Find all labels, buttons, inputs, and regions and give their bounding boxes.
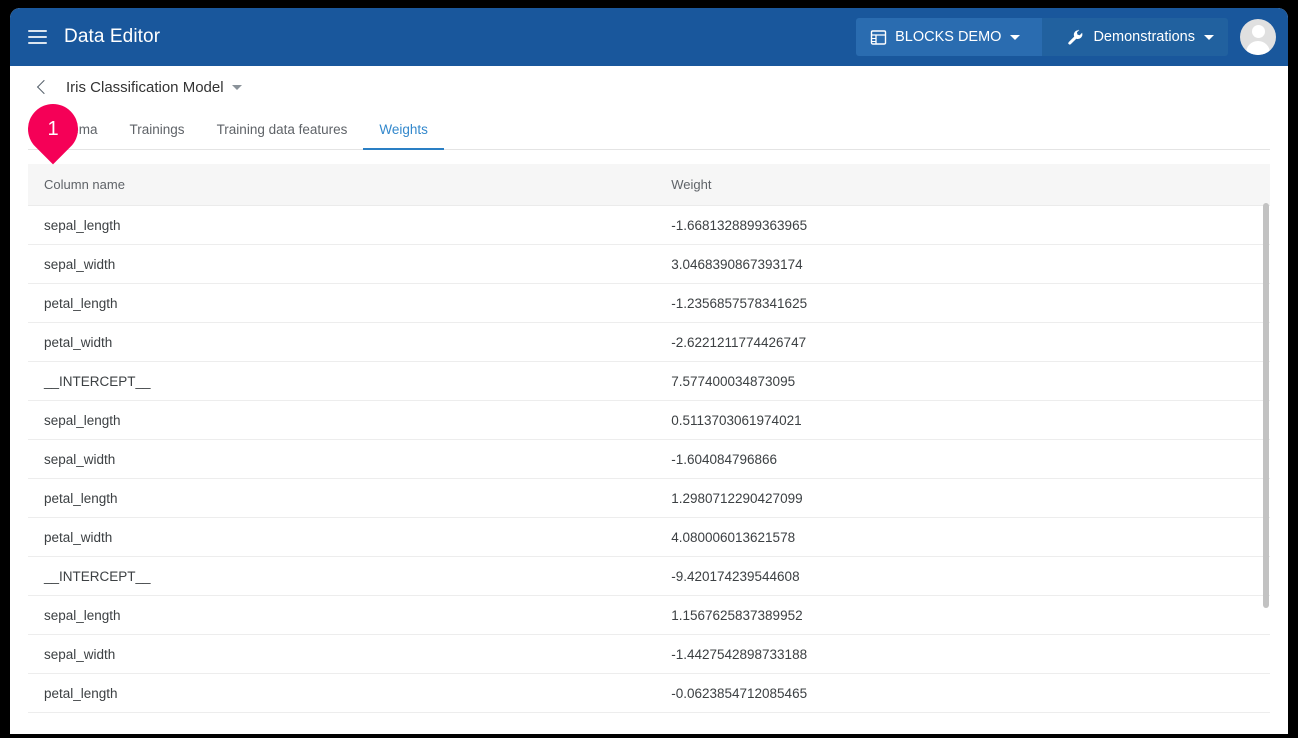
- app-bar-right-group: BLOCKS DEMO Demonstrations: [856, 18, 1276, 56]
- cell-weight: 3.0468390867393174: [655, 244, 1270, 284]
- column-header-weight[interactable]: Weight: [655, 164, 1270, 206]
- avatar-body: [1246, 41, 1270, 55]
- table-row[interactable]: petal_width-1.4578848361789012: [28, 712, 1270, 726]
- cell-column-name: sepal_length: [28, 595, 656, 635]
- table-head: Column name Weight: [28, 164, 1270, 206]
- tab-training-data-features[interactable]: Training data features: [201, 122, 364, 149]
- table-row[interactable]: __INTERCEPT__ -9.420174239544608: [28, 556, 1270, 596]
- table-row[interactable]: sepal_length -1.6681328899363965: [28, 205, 1270, 245]
- scrollbar-thumb[interactable]: [1263, 203, 1269, 608]
- cell-weight: 0.5113703061974021: [655, 400, 1270, 440]
- cell-column-name: sepal_length: [28, 400, 656, 440]
- cell-column-name: sepal_width: [28, 244, 656, 284]
- cell-column-name: petal_width: [28, 712, 656, 726]
- model-title-row: Iris Classification Model: [28, 66, 1270, 108]
- tab-bar: Schema Trainings Training data features …: [28, 108, 1270, 150]
- cell-weight: 4.080006013621578: [655, 517, 1270, 557]
- table-row[interactable]: petal_length -1.2356857578341625: [28, 283, 1270, 323]
- cell-weight: 1.1567625837389952: [655, 595, 1270, 635]
- table-row[interactable]: petal_length -0.0623854712085465: [28, 673, 1270, 713]
- tab-weights[interactable]: Weights: [363, 122, 444, 150]
- table-row[interactable]: sepal_width -1.4427542898733188: [28, 634, 1270, 674]
- cell-column-name: petal_width: [28, 517, 656, 557]
- chevron-left-icon[interactable]: [32, 77, 52, 97]
- cell-weight: -1.4578848361789012: [655, 712, 1270, 726]
- table-row[interactable]: petal_width 4.080006013621578: [28, 517, 1270, 557]
- tab-schema[interactable]: Schema: [32, 122, 114, 149]
- column-header-column-name[interactable]: Column name: [28, 164, 656, 206]
- cell-column-name: sepal_length: [28, 205, 656, 245]
- browser-viewport: Data Editor BLOCKS DEMO Demonstrations I…: [10, 8, 1288, 734]
- cell-weight: -2.6221211774426747: [655, 322, 1270, 362]
- table-row[interactable]: sepal_length 1.1567625837389952: [28, 595, 1270, 635]
- table-header-row: Column name Weight: [28, 164, 1270, 206]
- table-row[interactable]: sepal_width 3.0468390867393174: [28, 244, 1270, 284]
- cell-weight: -1.6681328899363965: [655, 205, 1270, 245]
- hamburger-menu-icon[interactable]: [24, 24, 50, 50]
- table-row[interactable]: sepal_width -1.604084796866: [28, 439, 1270, 479]
- table-grid-icon: [870, 29, 887, 46]
- cell-column-name: petal_length: [28, 673, 656, 713]
- table-body: sepal_length -1.6681328899363965 sepal_wid…: [28, 205, 1270, 726]
- cell-weight: 1.2980712290427099: [655, 478, 1270, 518]
- cell-column-name: petal_length: [28, 283, 656, 323]
- breadcrumb-blocks-demo[interactable]: BLOCKS DEMO: [856, 18, 1056, 56]
- cell-weight: -0.0623854712085465: [655, 673, 1270, 713]
- breadcrumb-label: Demonstrations: [1093, 29, 1195, 45]
- breadcrumb-label: BLOCKS DEMO: [895, 29, 1002, 45]
- chevron-down-icon[interactable]: [231, 84, 242, 90]
- table-row[interactable]: petal_length 1.2980712290427099: [28, 478, 1270, 518]
- page-title: Iris Classification Model: [66, 78, 224, 96]
- weights-table: Column name Weight sepal_length -1.668132…: [28, 164, 1270, 726]
- cell-column-name: __INTERCEPT__: [28, 361, 656, 401]
- cell-weight: -1.4427542898733188: [655, 634, 1270, 674]
- screenshot-frame: Data Editor BLOCKS DEMO Demonstrations I…: [0, 0, 1298, 738]
- cell-column-name: petal_length: [28, 478, 656, 518]
- breadcrumb-demonstrations[interactable]: Demonstrations: [1042, 18, 1228, 56]
- weights-table-container: Column name Weight sepal_length -1.668132…: [28, 164, 1270, 726]
- app-bar: Data Editor BLOCKS DEMO Demonstrations: [10, 8, 1288, 66]
- user-avatar-icon[interactable]: [1240, 19, 1276, 55]
- cell-column-name: sepal_width: [28, 439, 656, 479]
- table-row[interactable]: sepal_length 0.5113703061974021: [28, 400, 1270, 440]
- cell-weight: -9.420174239544608: [655, 556, 1270, 596]
- cell-column-name: __INTERCEPT__: [28, 556, 656, 596]
- tab-trainings[interactable]: Trainings: [114, 122, 201, 149]
- cell-weight: 7.577400034873095: [655, 361, 1270, 401]
- table-row[interactable]: __INTERCEPT__ 7.577400034873095: [28, 361, 1270, 401]
- cell-weight: -1.604084796866: [655, 439, 1270, 479]
- app-title: Data Editor: [64, 26, 161, 47]
- vertical-scrollbar[interactable]: [1263, 203, 1270, 726]
- chevron-down-icon[interactable]: [1010, 34, 1021, 40]
- cell-weight: -1.2356857578341625: [655, 283, 1270, 323]
- chevron-down-icon[interactable]: [1204, 34, 1214, 40]
- sub-header: Iris Classification Model Schema Trainin…: [10, 66, 1288, 150]
- table-row[interactable]: petal_width -2.6221211774426747: [28, 322, 1270, 362]
- cell-column-name: sepal_width: [28, 634, 656, 674]
- cell-column-name: petal_width: [28, 322, 656, 362]
- wrench-icon: [1066, 28, 1085, 47]
- avatar-head: [1251, 25, 1265, 38]
